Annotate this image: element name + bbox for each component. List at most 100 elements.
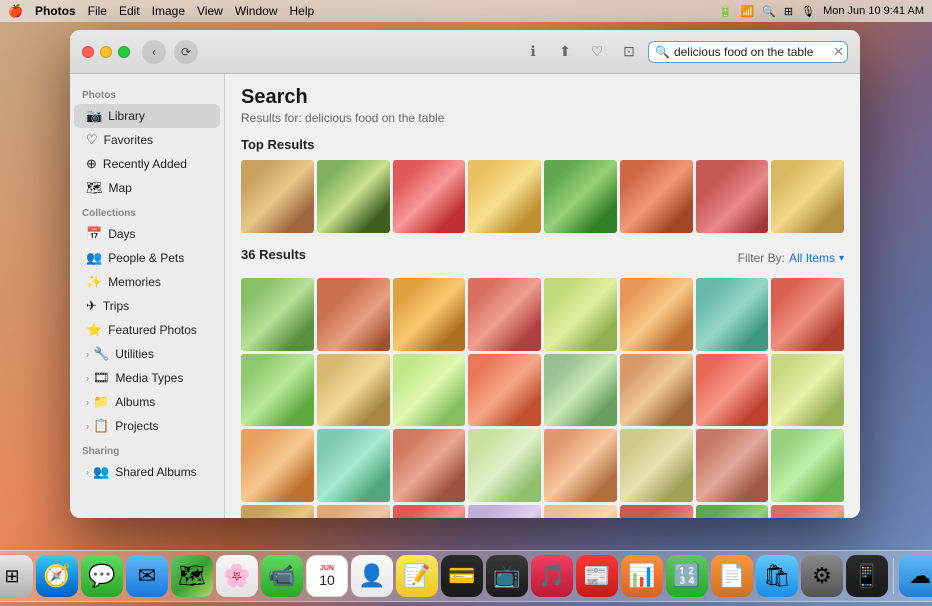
dock-appstore[interactable]: 🛍 xyxy=(756,555,798,597)
search-bar[interactable]: 🔍 delicious food on the table ✕ xyxy=(648,41,848,63)
sidebar-item-featured[interactable]: ⭐ Featured Photos xyxy=(74,318,220,342)
photo-thumb[interactable] xyxy=(393,160,466,233)
menu-window[interactable]: Window xyxy=(235,4,278,18)
photo-thumb[interactable] xyxy=(241,354,314,427)
photo-thumb[interactable] xyxy=(696,160,769,233)
filter-by-control[interactable]: Filter By: All Items ▾ xyxy=(738,251,844,265)
photo-thumb[interactable] xyxy=(468,160,541,233)
photo-thumb[interactable] xyxy=(393,429,466,502)
dock-appletv[interactable]: 📺 xyxy=(486,555,528,597)
dock-mail[interactable]: ✉ xyxy=(126,555,168,597)
photo-thumb[interactable] xyxy=(620,429,693,502)
photo-thumb[interactable] xyxy=(771,160,844,233)
photo-thumb[interactable] xyxy=(317,278,390,351)
sidebar-item-library[interactable]: 📷 Library xyxy=(74,104,220,128)
photo-thumb[interactable] xyxy=(241,429,314,502)
dock-maps[interactable]: 🗺 xyxy=(171,555,213,597)
photo-thumb[interactable] xyxy=(620,354,693,427)
dock-calendar[interactable]: JUN 10 xyxy=(306,555,348,597)
menu-help[interactable]: Help xyxy=(290,4,315,18)
dock-messages[interactable]: 💬 xyxy=(81,555,123,597)
control-center-icon[interactable]: ⊞ xyxy=(784,5,793,18)
dock-system-preferences[interactable]: ⚙ xyxy=(801,555,843,597)
photo-thumb[interactable] xyxy=(696,278,769,351)
maximize-button[interactable] xyxy=(118,46,130,58)
photo-thumb[interactable] xyxy=(620,160,693,233)
dock-numbers[interactable]: 🔢 xyxy=(666,555,708,597)
dock-photos[interactable]: 🌸 xyxy=(216,555,258,597)
sidebar-item-projects[interactable]: › 📋 Projects xyxy=(74,414,220,438)
menu-file[interactable]: File xyxy=(88,4,107,18)
photo-thumb[interactable] xyxy=(771,354,844,427)
favorite-button[interactable]: ♡ xyxy=(586,41,608,63)
photo-thumb[interactable] xyxy=(241,160,314,233)
sidebar-item-days[interactable]: 📅 Days xyxy=(74,222,220,246)
dock-iphone-mirror[interactable]: 📱 xyxy=(846,555,888,597)
share-button[interactable]: ⬆ xyxy=(554,41,576,63)
photo-thumb[interactable] xyxy=(468,429,541,502)
crop-button[interactable]: ⊡ xyxy=(618,41,640,63)
photo-thumb[interactable] xyxy=(771,429,844,502)
photo-thumb[interactable] xyxy=(317,429,390,502)
sidebar-item-albums[interactable]: › 📁 Albums xyxy=(74,390,220,414)
minimize-button[interactable] xyxy=(100,46,112,58)
sidebar-item-people-pets[interactable]: 👥 People & Pets xyxy=(74,246,220,270)
siri-icon[interactable]: 🎙 xyxy=(801,5,815,18)
sidebar-item-memories[interactable]: ✨ Memories xyxy=(74,270,220,294)
photo-thumb[interactable] xyxy=(544,354,617,427)
filter-value[interactable]: All Items xyxy=(789,251,835,265)
photo-thumb[interactable] xyxy=(620,278,693,351)
dock-keynote[interactable]: 📊 xyxy=(621,555,663,597)
filter-chevron-icon[interactable]: ▾ xyxy=(839,253,844,264)
search-clear-button[interactable]: ✕ xyxy=(833,45,844,58)
photo-thumb[interactable] xyxy=(241,505,314,518)
photo-thumb[interactable] xyxy=(468,505,541,518)
photo-thumb[interactable] xyxy=(393,505,466,518)
sidebar-item-media-types[interactable]: › 🎞 Media Types xyxy=(74,366,220,390)
photo-thumb[interactable] xyxy=(544,160,617,233)
photo-thumb[interactable] xyxy=(620,505,693,518)
rotate-button[interactable]: ⟳ xyxy=(174,40,198,64)
photo-thumb[interactable] xyxy=(317,160,390,233)
photo-thumb[interactable] xyxy=(317,354,390,427)
photo-thumb[interactable] xyxy=(544,278,617,351)
sidebar-item-trips[interactable]: ✈ Trips xyxy=(74,294,220,318)
sidebar-item-map[interactable]: 🗺 Map xyxy=(74,176,220,200)
sidebar-item-shared-albums[interactable]: › 👥 Shared Albums xyxy=(74,460,220,484)
back-button[interactable]: ‹ xyxy=(142,40,166,64)
photo-thumb[interactable] xyxy=(696,354,769,427)
sidebar-item-utilities[interactable]: › 🔧 Utilities xyxy=(74,342,220,366)
dock-wallet[interactable]: 💳 xyxy=(441,555,483,597)
apple-menu[interactable]: 🍎 xyxy=(8,4,23,18)
app-name[interactable]: Photos xyxy=(35,4,76,18)
photo-thumb[interactable] xyxy=(771,278,844,351)
search-input[interactable]: delicious food on the table xyxy=(674,45,829,59)
photo-thumb[interactable] xyxy=(241,278,314,351)
dock-music[interactable]: 🎵 xyxy=(531,555,573,597)
dock-pages[interactable]: 📄 xyxy=(711,555,753,597)
menu-view[interactable]: View xyxy=(197,4,223,18)
dock-facetime[interactable]: 📹 xyxy=(261,555,303,597)
photo-thumb[interactable] xyxy=(696,429,769,502)
photo-thumb[interactable] xyxy=(393,278,466,351)
dock-safari[interactable]: 🧭 xyxy=(36,555,78,597)
menu-edit[interactable]: Edit xyxy=(119,4,140,18)
photo-thumb[interactable] xyxy=(544,505,617,518)
dock-news[interactable]: 📰 xyxy=(576,555,618,597)
menu-image[interactable]: Image xyxy=(152,4,185,18)
photo-thumb[interactable] xyxy=(468,278,541,351)
dock-contacts[interactable]: 👤 xyxy=(351,555,393,597)
dock-notes[interactable]: 📝 xyxy=(396,555,438,597)
close-button[interactable] xyxy=(82,46,94,58)
sidebar-item-favorites[interactable]: ♡ Favorites xyxy=(74,128,220,152)
photo-thumb[interactable] xyxy=(544,429,617,502)
search-menubar-icon[interactable]: 🔍 xyxy=(762,5,776,18)
dock-launchpad[interactable]: ⊞ xyxy=(0,555,33,597)
dock-icloud[interactable]: ☁ xyxy=(899,555,932,597)
sidebar-item-recently-added[interactable]: ⊕ Recently Added xyxy=(74,152,220,176)
photo-thumb[interactable] xyxy=(696,505,769,518)
info-button[interactable]: ℹ xyxy=(522,41,544,63)
photo-thumb[interactable] xyxy=(468,354,541,427)
photo-thumb[interactable] xyxy=(771,505,844,518)
photo-thumb[interactable] xyxy=(317,505,390,518)
